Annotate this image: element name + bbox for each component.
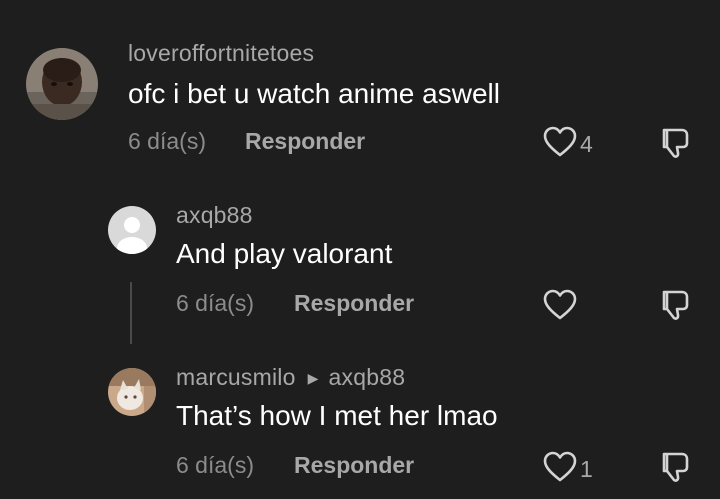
comment-text: And play valorant [176,238,393,269]
like-button[interactable]: 1 [543,451,593,488]
heart-icon [543,126,577,163]
comment-time: 6 día(s) [176,452,254,478]
like-count: 1 [580,456,593,482]
dislike-button[interactable] [658,450,692,489]
comment-username[interactable]: axqb88 [176,202,253,229]
avatar[interactable] [108,368,156,416]
thread-line [130,282,132,344]
dislike-button[interactable] [658,126,692,165]
avatar[interactable] [108,206,156,254]
avatar[interactable] [26,48,98,120]
comment-time: 6 día(s) [128,128,206,154]
reply-button[interactable]: Responder [294,452,414,479]
comment-text: That’s how I met her lmao [176,400,498,431]
like-count: 4 [580,131,593,157]
thumbs-down-icon [658,128,692,164]
comment-time: 6 día(s) [176,290,254,316]
thumbs-down-icon [658,290,692,326]
reply-target[interactable]: axqb88 [329,364,406,390]
reply-button[interactable]: Responder [294,290,414,317]
reply-author[interactable]: marcusmilo [176,364,296,390]
thumbs-down-icon [658,452,692,488]
like-button[interactable] [543,289,580,326]
like-button[interactable]: 4 [543,126,593,163]
heart-icon [543,451,577,488]
triangle-right-icon: ▶ [307,370,319,386]
reply-button[interactable]: Responder [245,128,365,155]
comment-text: ofc i bet u watch anime aswell [128,78,500,109]
comment-username: marcusmilo ▶ axqb88 [176,364,405,391]
dislike-button[interactable] [658,288,692,327]
comment-username[interactable]: loveroffortnitetoes [128,40,314,67]
heart-icon [543,289,577,326]
